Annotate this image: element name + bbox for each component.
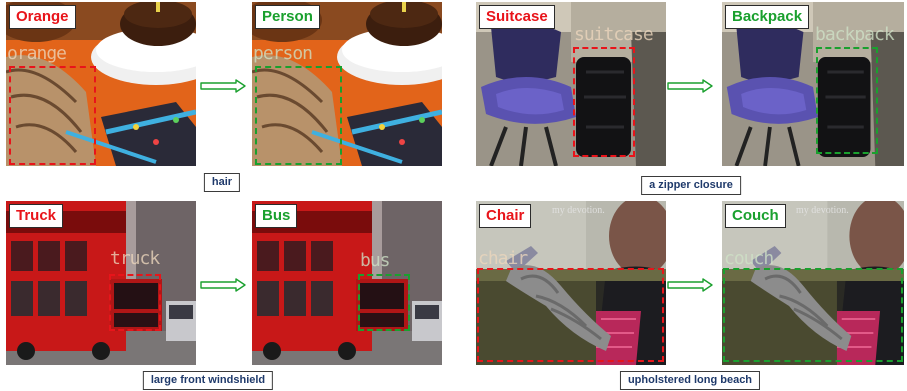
attribute-caption: a zipper closure — [641, 176, 741, 195]
target-image-4: Couch my devotion. couch — [722, 201, 904, 365]
detection-label: truck — [110, 248, 160, 269]
bounding-box — [255, 66, 342, 165]
bounding-box — [477, 268, 664, 362]
bounding-box — [109, 274, 161, 331]
detection-label: couch — [724, 248, 774, 269]
bounding-box — [816, 47, 878, 154]
target-image-3: Bus bus — [252, 201, 442, 365]
right-arrow-icon — [667, 79, 713, 93]
detection-label: chair — [478, 248, 528, 269]
attribute-caption: upholstered long beach — [619, 371, 761, 390]
bounding-box — [573, 47, 635, 157]
detection-label: backpack — [815, 24, 895, 45]
target-class-tag: Person — [255, 5, 320, 29]
target-image-1: Person person — [252, 2, 442, 166]
bounding-box — [723, 268, 903, 362]
original-image-4: Chair my devotion. chair — [476, 201, 666, 365]
original-class-tag: Suitcase — [479, 5, 555, 29]
attribute-caption: hair — [203, 173, 241, 192]
watermark-text: my devotion. — [796, 205, 849, 216]
detection-label: suitcase — [574, 24, 654, 45]
target-image-2: Backpack backpack — [722, 2, 904, 166]
bounding-box — [9, 66, 96, 165]
detection-label: person — [253, 43, 313, 64]
watermark-text: my devotion. — [552, 205, 605, 216]
right-arrow-icon — [200, 79, 246, 93]
target-class-tag: Bus — [255, 204, 298, 228]
original-image-3: Truck truck — [6, 201, 196, 365]
original-class-tag: Orange — [9, 5, 76, 29]
target-class-tag: Backpack — [725, 5, 810, 29]
right-arrow-icon — [200, 278, 246, 292]
bounding-box — [358, 274, 410, 331]
detection-label: orange — [7, 43, 67, 64]
attribute-caption: large front windshield — [142, 371, 274, 390]
original-class-tag: Truck — [9, 204, 64, 228]
right-arrow-icon — [667, 278, 713, 292]
target-class-tag: Couch — [725, 204, 786, 228]
original-image-1: Orange orange — [6, 2, 196, 166]
detection-label: bus — [360, 250, 390, 271]
original-image-2: Suitcase suitcase — [476, 2, 666, 166]
original-class-tag: Chair — [479, 204, 532, 228]
